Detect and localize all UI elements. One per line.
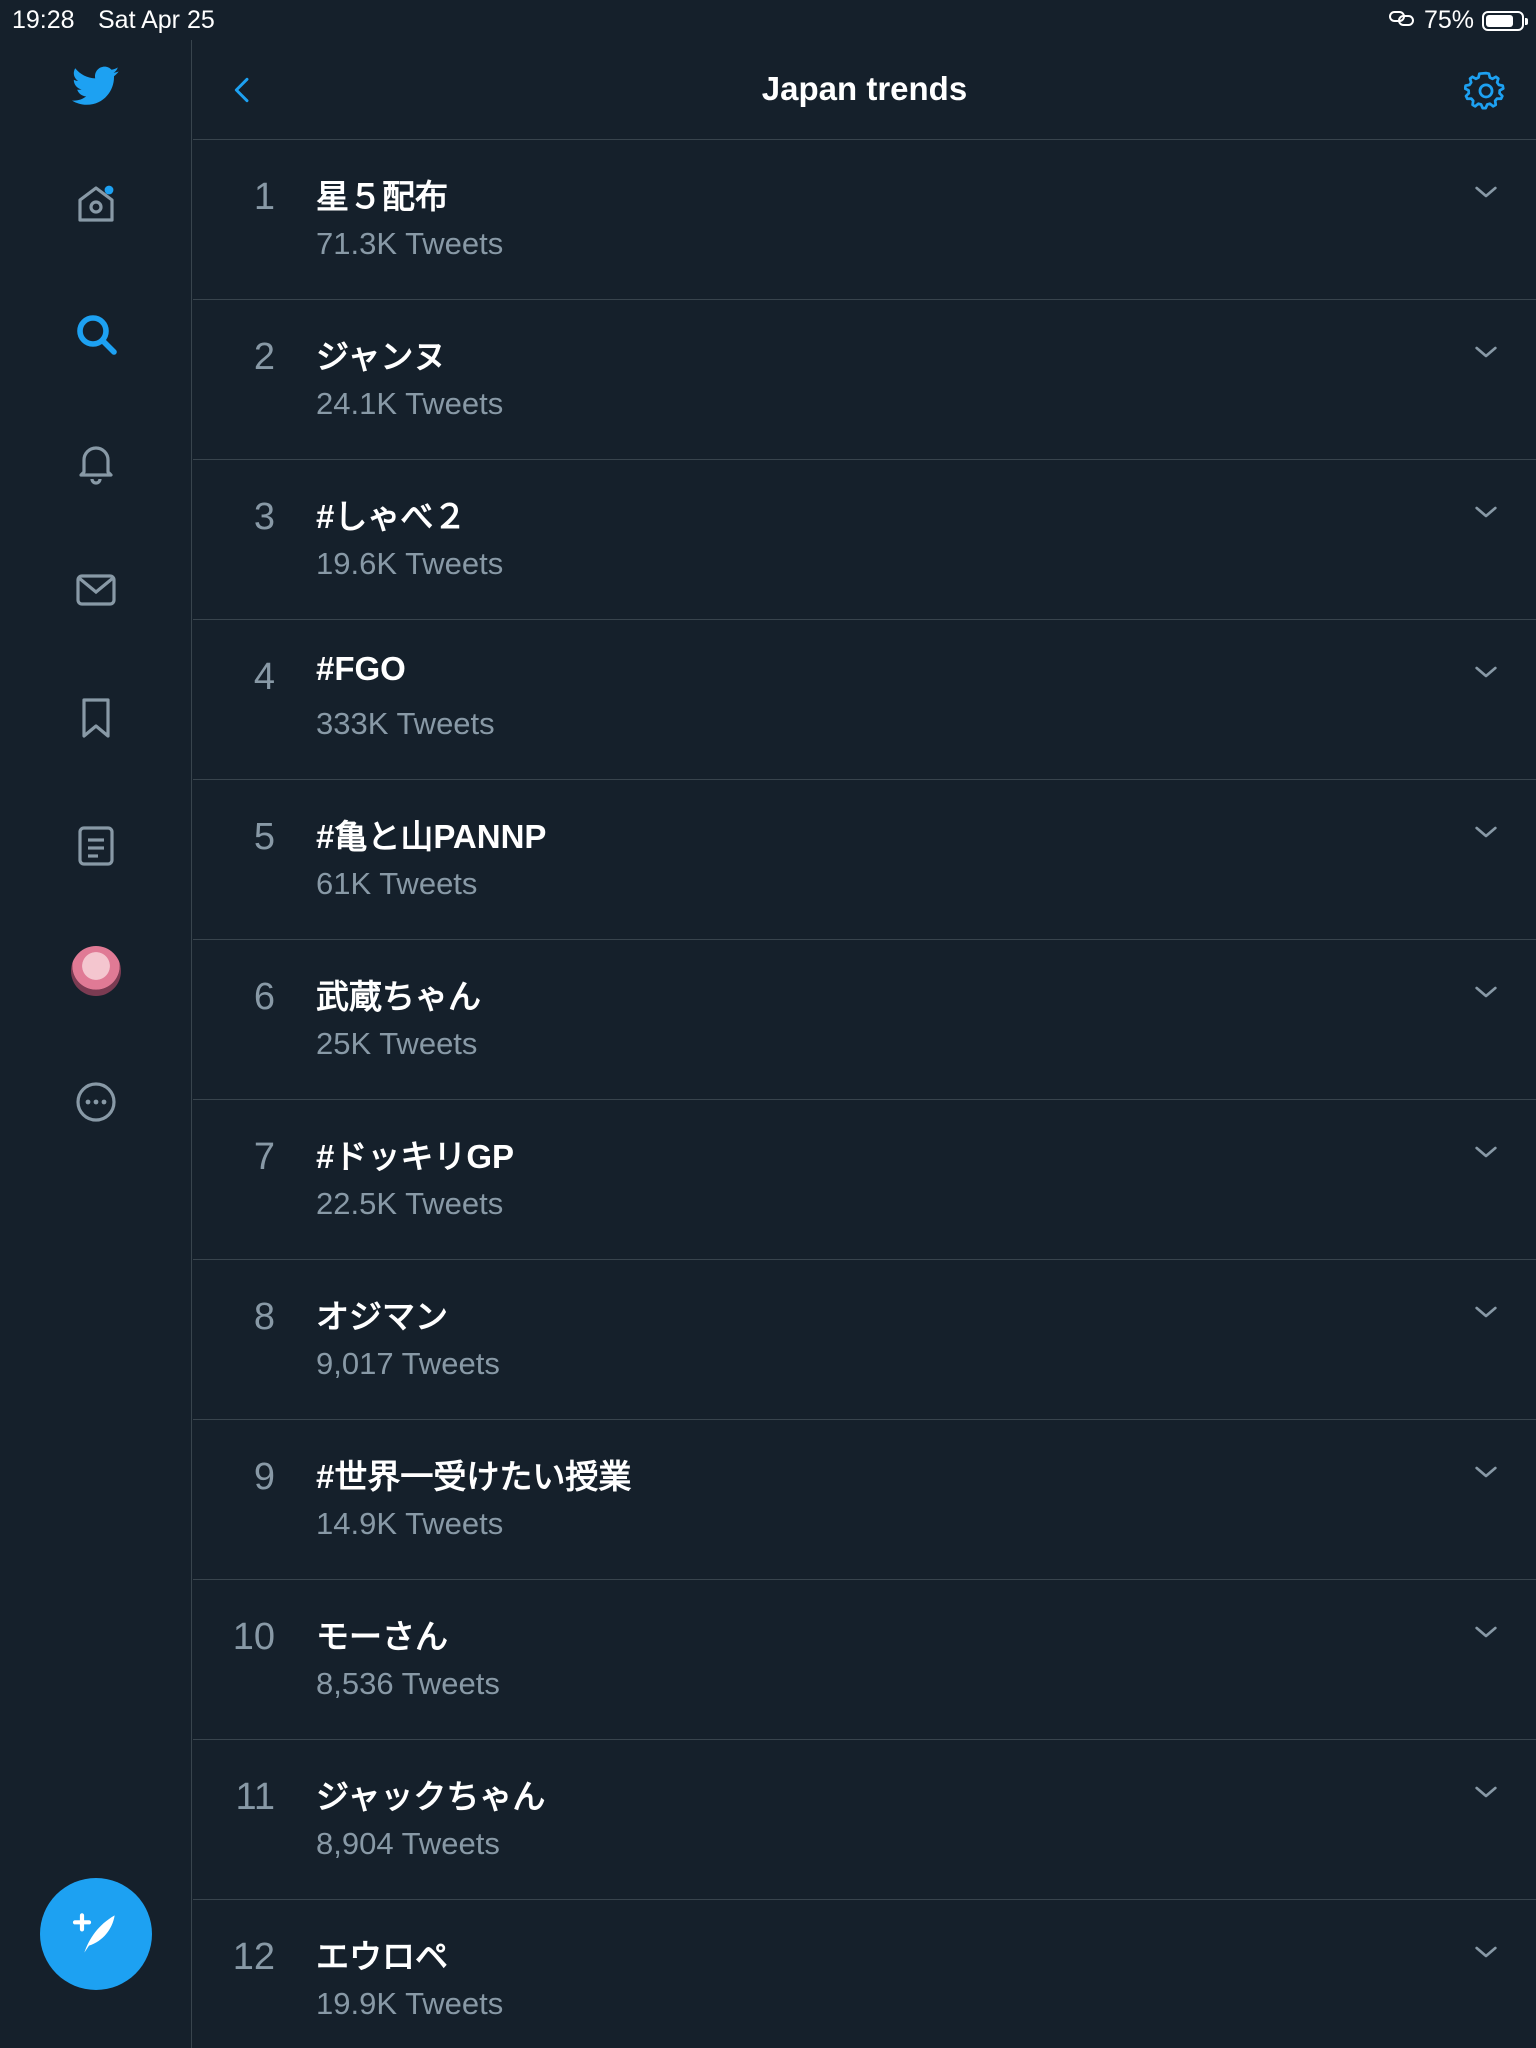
trend-rank: 11 [235,1776,275,1818]
compose-icon [72,1913,115,1953]
trend-tweet-count: 8,536 Tweets [316,1666,500,1701]
trend-tweet-count: 61K Tweets [316,866,478,901]
trend-tweet-count: 25K Tweets [316,1026,478,1061]
trend-tweet-count: 24.1K Tweets [316,386,504,421]
trend-tweet-count: 14.9K Tweets [316,1506,504,1541]
trend-name: #しゃべ２ [316,498,467,535]
chevron-down-icon[interactable] [1470,976,1502,1008]
app-root: 19:28 Sat Apr 25 75% Japan trends 1 星５配布… [0,0,1536,2048]
trend-tweet-count: 333K Tweets [316,706,495,741]
trend-name: #ドッキリGP [316,1138,515,1175]
trend-name: ジャンヌ [316,338,447,375]
chevron-down-icon[interactable] [1470,336,1502,368]
trend-rank: 6 [253,976,275,1018]
trend-name: #FGO [316,650,406,687]
trend-tweet-count: 8,904 Tweets [316,1826,500,1861]
chevron-down-icon[interactable] [1470,496,1502,528]
trend-name: ジャックちゃん [316,1778,546,1815]
trend-name: エウロペ [316,1938,448,1975]
bookmark-icon[interactable] [68,690,124,746]
more-icon[interactable] [68,1074,124,1130]
trend-rank: 8 [253,1296,275,1338]
trend-rank: 1 [253,176,275,218]
battery-icon [1482,10,1528,31]
chevron-down-icon[interactable] [1470,1616,1502,1648]
status-date: Sat Apr 25 [98,6,215,34]
settings-button[interactable] [1462,66,1510,114]
status-time: 19:28 [12,6,75,34]
header: Japan trends [193,40,1536,140]
trend-row[interactable]: 8 オジマン 9,017 Tweets [193,1260,1536,1420]
trend-name: #世界一受けたい授業 [316,1458,632,1495]
bell-icon[interactable] [68,434,124,490]
avatar[interactable] [71,946,121,996]
trend-rank: 9 [253,1456,275,1498]
trend-name: オジマン [316,1298,448,1335]
trend-name: #亀と山PANNP [316,818,547,855]
twitter-logo-icon[interactable] [68,58,124,114]
trend-rank: 5 [253,816,275,858]
chevron-down-icon[interactable] [1470,1456,1502,1488]
trend-rank: 12 [232,1936,275,1978]
gear-icon [1464,71,1505,110]
home-icon[interactable] [68,176,124,232]
trends-list: 1 星５配布 71.3K Tweets 2 ジャンヌ 24.1K Tweets … [193,140,1536,2048]
sidebar [0,40,192,2048]
chevron-down-icon[interactable] [1470,656,1502,688]
page-title: Japan trends [761,70,968,107]
chevron-down-icon[interactable] [1470,176,1502,208]
search-icon[interactable] [68,306,124,362]
trend-rank: 7 [253,1136,275,1178]
trend-rank: 3 [253,496,275,538]
trend-row[interactable]: 6 武蔵ちゃん 25K Tweets [193,940,1536,1100]
trend-row[interactable]: 9 #世界一受けたい授業 14.9K Tweets [193,1420,1536,1580]
chevron-down-icon[interactable] [1470,1136,1502,1168]
battery-percent: 75% [1423,6,1474,34]
trend-row[interactable]: 7 #ドッキリGP 22.5K Tweets [193,1100,1536,1260]
link-icon [1388,6,1416,35]
chevron-down-icon[interactable] [1470,1296,1502,1328]
trend-name: 星５配布 [316,178,448,215]
lists-icon[interactable] [68,818,124,874]
trend-row[interactable]: 3 #しゃべ２ 19.6K Tweets [193,460,1536,620]
status-bar: 19:28 Sat Apr 25 75% [0,0,1536,40]
trend-rank: 2 [253,336,275,378]
trend-rank: 4 [253,656,275,698]
chevron-down-icon[interactable] [1470,1936,1502,1968]
trend-tweet-count: 9,017 Tweets [316,1346,500,1381]
trend-name: モーさん [316,1618,448,1655]
trend-row[interactable]: 2 ジャンヌ 24.1K Tweets [193,300,1536,460]
trend-name: 武蔵ちゃん [316,978,481,1015]
trend-tweet-count: 71.3K Tweets [316,226,504,261]
trend-tweet-count: 22.5K Tweets [316,1186,504,1221]
trend-row[interactable]: 5 #亀と山PANNP 61K Tweets [193,780,1536,940]
trend-tweet-count: 19.9K Tweets [316,1986,504,2021]
trend-row[interactable]: 12 エウロペ 19.9K Tweets [193,1900,1536,2048]
status-right: 75% [1388,6,1528,35]
chevron-down-icon[interactable] [1470,816,1502,848]
trend-tweet-count: 19.6K Tweets [316,546,504,581]
trend-row[interactable]: 10 モーさん 8,536 Tweets [193,1580,1536,1740]
compose-button[interactable] [40,1878,152,1990]
trend-rank: 10 [232,1616,275,1658]
trend-row[interactable]: 1 星５配布 71.3K Tweets [193,140,1536,300]
trend-row[interactable]: 4 #FGO 333K Tweets [193,620,1536,780]
chevron-down-icon[interactable] [1470,1776,1502,1808]
trend-row[interactable]: 11 ジャックちゃん 8,904 Tweets [193,1740,1536,1900]
mail-icon[interactable] [68,562,124,618]
